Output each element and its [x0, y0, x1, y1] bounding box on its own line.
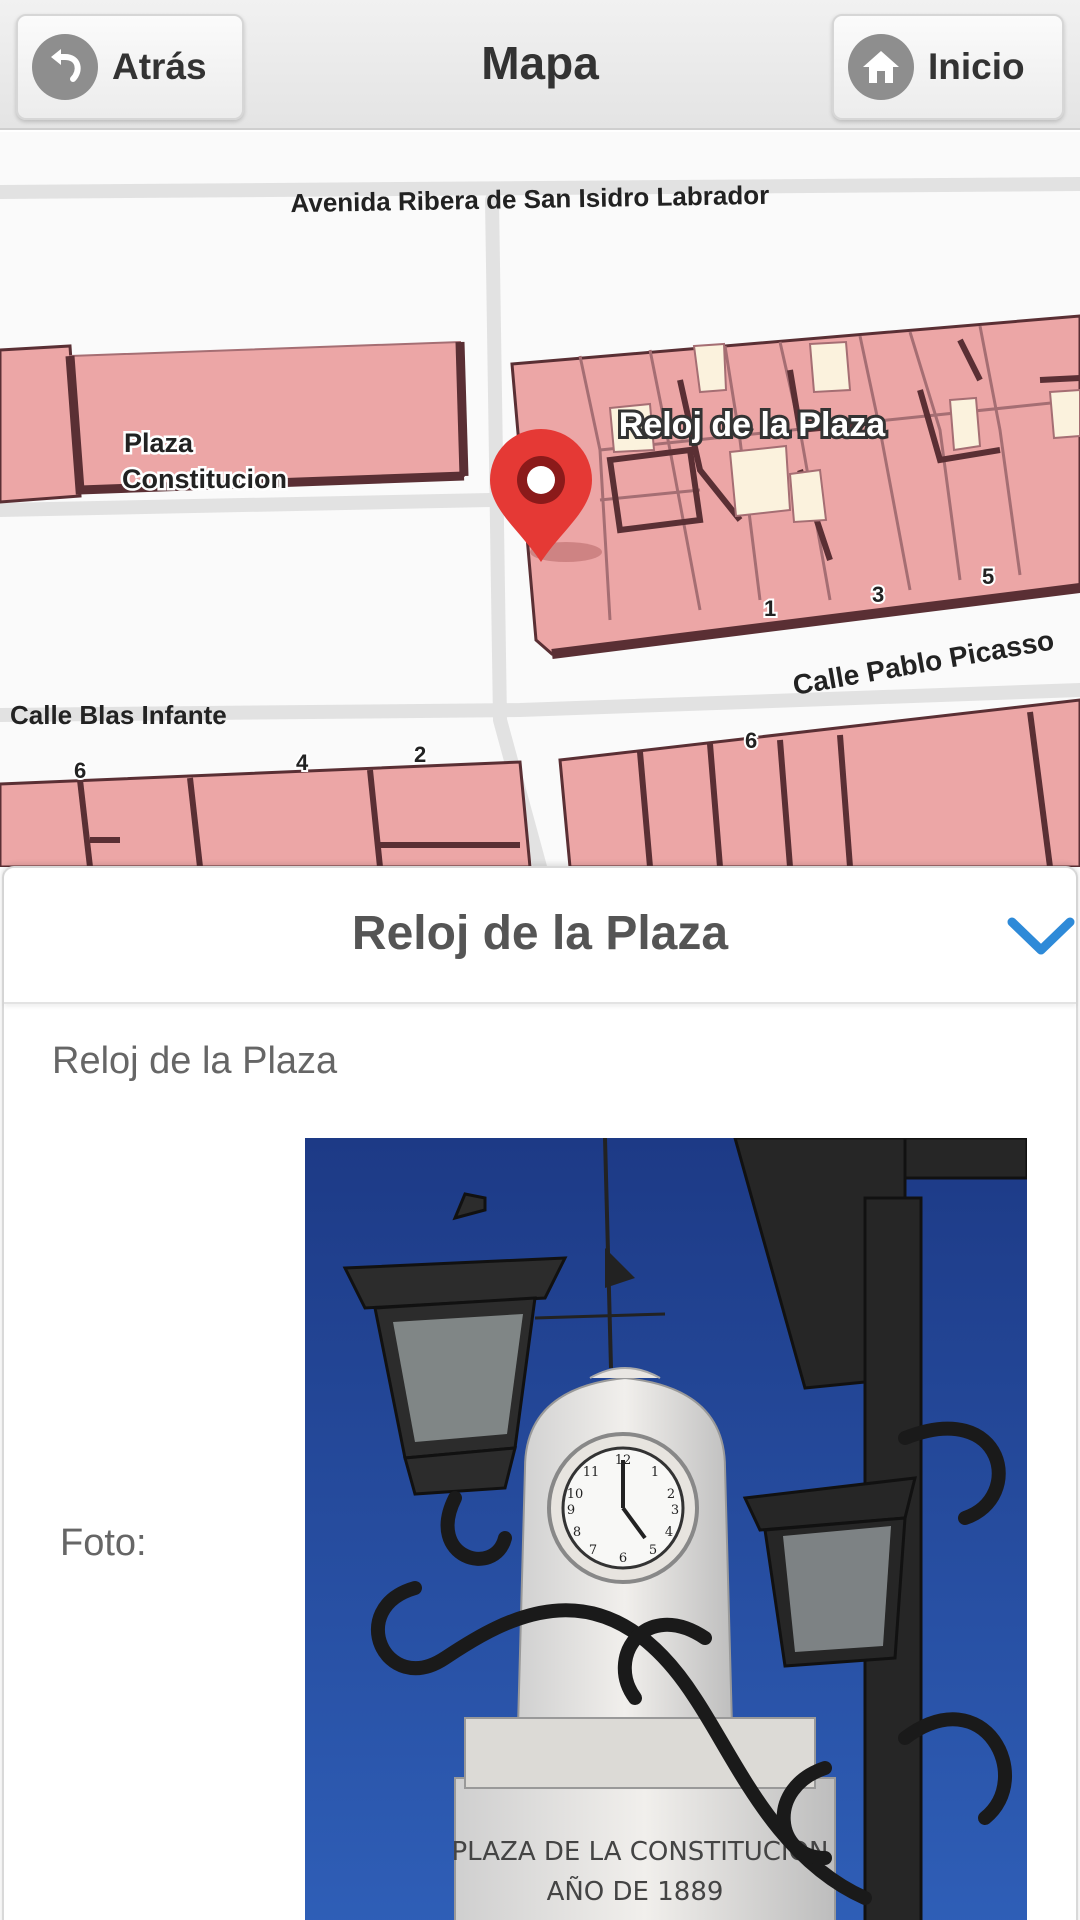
home-button[interactable]: Inicio — [832, 14, 1064, 120]
svg-text:3: 3 — [671, 1503, 679, 1518]
svg-text:1: 1 — [651, 1465, 659, 1480]
svg-text:11: 11 — [583, 1465, 600, 1480]
app-header: Atrás Mapa Inicio — [0, 0, 1080, 130]
marker-label: Reloj de la Plaza — [619, 406, 887, 444]
svg-text:12: 12 — [615, 1453, 632, 1468]
clock-tower-photo: 12 1 2 3 45 6 78 9 10 11 PLAZA DE LA CONSTITUC… — [305, 1138, 1027, 1920]
house-number: 6 — [745, 728, 757, 753]
house-number: 5 — [982, 564, 994, 589]
house-number: 3 — [872, 582, 884, 607]
foto-label: Foto: — [60, 1522, 147, 1564]
buildings-east — [510, 314, 1080, 659]
item-subtitle: Reloj de la Plaza — [52, 1040, 338, 1082]
svg-text:7: 7 — [589, 1543, 597, 1558]
svg-text:8: 8 — [573, 1525, 581, 1540]
panel-title: Reloj de la Plaza — [351, 907, 729, 960]
svg-text:9: 9 — [567, 1503, 575, 1518]
house-number: 2 — [414, 742, 426, 767]
map-view[interactable]: Avenida Ribera de San Isidro Labrador Ca… — [0, 132, 1080, 867]
home-icon — [848, 34, 914, 100]
street-label-blas-infante: Calle Blas Infante — [10, 700, 227, 730]
house-number: 4 — [296, 750, 309, 775]
plaque-line-1: PLAZA DE LA CONSTITUCION — [451, 1837, 828, 1867]
panel-header[interactable]: Reloj de la Plaza — [4, 868, 1076, 1004]
house-number: 6 — [74, 758, 86, 783]
svg-text:4: 4 — [665, 1525, 673, 1540]
plaque-line-2: AÑO DE 1889 — [547, 1875, 724, 1907]
house-number: 1 — [764, 596, 776, 621]
svg-text:10: 10 — [567, 1487, 584, 1502]
place-label-constitucion: Constitucion — [122, 464, 287, 494]
svg-text:2: 2 — [667, 1487, 675, 1502]
place-label-plaza: Plaza — [124, 428, 194, 458]
chevron-down-icon[interactable] — [1006, 914, 1076, 960]
svg-text:6: 6 — [619, 1551, 627, 1566]
home-label: Inicio — [928, 46, 1025, 87]
info-panel: Reloj de la Plaza Reloj de la Plaza Foto… — [2, 866, 1078, 1920]
map-canvas: Avenida Ribera de San Isidro Labrador Ca… — [0, 177, 1080, 867]
svg-text:5: 5 — [649, 1543, 657, 1558]
